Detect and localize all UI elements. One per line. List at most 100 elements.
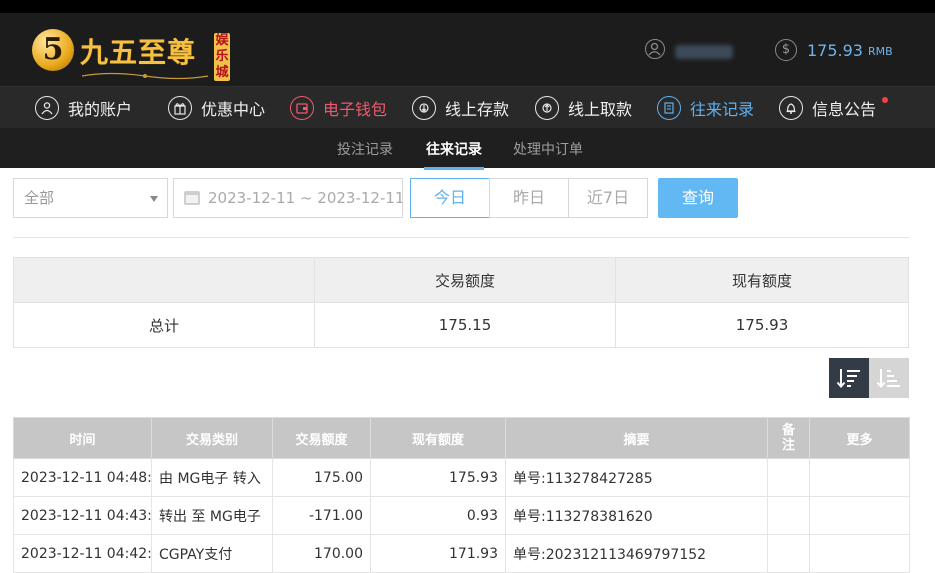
balance-display: $ 175.93 RMB — [775, 38, 893, 62]
tab-bet-records[interactable]: 投注记录 — [337, 139, 393, 159]
cell-more[interactable] — [809, 534, 910, 573]
summary-header-row: 交易额度 现有额度 — [13, 257, 909, 303]
cell-remark — [767, 534, 810, 573]
quick-yesterday-button[interactable]: 昨日 — [489, 178, 569, 218]
type-select-value: 全部 — [24, 189, 55, 207]
avatar-icon — [645, 39, 665, 59]
cell-remark — [767, 496, 810, 535]
nav-label: 往来记录 — [690, 100, 755, 119]
col-type: 交易类别 — [151, 417, 273, 459]
sort-desc-icon — [836, 369, 860, 389]
col-balance: 现有额度 — [370, 417, 506, 459]
cell-remark — [767, 458, 810, 497]
cell-amount: 170.00 — [272, 534, 371, 573]
cell-summary: 单号:113278381620 — [505, 496, 768, 535]
site-header: 5 九五至尊 娱乐城 $ 175.93 RMB — [0, 13, 935, 86]
sort-desc-button[interactable] — [829, 358, 869, 398]
sort-buttons — [829, 358, 909, 398]
cell-type: 由 MG电子 转入 — [151, 458, 273, 497]
chevron-down-icon — [150, 196, 158, 202]
logo-digit: 5 — [42, 32, 64, 67]
col-remark: 备注 — [767, 417, 810, 459]
cell-summary: 单号:113278427285 — [505, 458, 768, 497]
dollar-icon: $ — [775, 39, 797, 61]
main-nav: 我的账户 优惠中心 电子钱包 线上存款 线上取款 往来记录 信息公告 — [0, 86, 935, 128]
cell-time: 2023-12-11 04:43:48 — [13, 496, 152, 535]
col-summary: 摘要 — [505, 417, 768, 459]
nav-item-account[interactable]: 我的账户 — [35, 95, 132, 121]
sort-asc-icon — [876, 369, 900, 389]
cell-type: 转出 至 MG电子 — [151, 496, 273, 535]
username-redacted — [675, 45, 733, 59]
summary-transaction-total: 175.15 — [314, 302, 616, 348]
deposit-icon — [412, 96, 436, 120]
cell-balance: 175.93 — [370, 458, 506, 497]
tab-transaction-records[interactable]: 往来记录 — [424, 139, 484, 170]
sort-asc-button[interactable] — [869, 358, 909, 398]
nav-item-records[interactable]: 往来记录 — [657, 95, 754, 121]
type-select[interactable]: 全部 — [13, 178, 168, 218]
cell-time: 2023-12-11 04:48:22 — [13, 458, 152, 497]
user-area[interactable] — [645, 39, 733, 63]
cell-balance: 171.93 — [370, 534, 506, 573]
quick-7days-button[interactable]: 近7日 — [568, 178, 648, 218]
summary-row: 总计 175.15 175.93 — [13, 302, 909, 348]
table-row: 2023-12-11 04:43:48 转出 至 MG电子 -171.00 0.… — [13, 496, 910, 535]
wallet-icon — [290, 96, 314, 120]
notification-dot — [882, 97, 888, 103]
cell-time: 2023-12-11 04:42:49 — [13, 534, 152, 573]
site-logo[interactable]: 5 九五至尊 娱乐城 — [32, 23, 237, 85]
summary-header-cell: 交易额度 — [314, 257, 616, 303]
summary-current-balance: 175.93 — [615, 302, 909, 348]
nav-item-promotions[interactable]: 优惠中心 — [168, 95, 265, 121]
nav-item-deposit[interactable]: 线上存款 — [412, 95, 509, 121]
sub-nav: 投注记录 往来记录 处理中订单 — [0, 128, 935, 170]
table-row: 2023-12-11 04:48:22 由 MG电子 转入 175.00 175… — [13, 458, 910, 497]
cell-amount: 175.00 — [272, 458, 371, 497]
cell-more[interactable] — [809, 496, 910, 535]
cell-amount: -171.00 — [272, 496, 371, 535]
date-range-value: 2023-12-11 ~ 2023-12-11 — [208, 189, 403, 207]
nav-item-announcements[interactable]: 信息公告 — [779, 95, 876, 121]
top-strip — [0, 0, 935, 13]
date-range-input[interactable]: 2023-12-11 ~ 2023-12-11 — [173, 178, 403, 218]
cell-type: CGPAY支付 — [151, 534, 273, 573]
nav-label: 电子钱包 — [323, 100, 388, 119]
nav-item-wallet[interactable]: 电子钱包 — [290, 95, 387, 121]
brand-name: 九五至尊 — [80, 36, 197, 69]
nav-label: 信息公告 — [812, 100, 877, 119]
records-header-row: 时间 交易类别 交易额度 现有额度 摘要 备注 更多 — [13, 417, 910, 459]
summary-header-cell — [13, 257, 315, 303]
user-icon — [35, 96, 59, 120]
gift-icon — [168, 96, 192, 120]
quick-today-button[interactable]: 今日 — [410, 178, 490, 218]
nav-label: 线上存款 — [445, 100, 510, 119]
summary-label: 总计 — [13, 302, 315, 348]
summary-header-cell: 现有额度 — [615, 257, 909, 303]
nav-label: 优惠中心 — [201, 100, 266, 119]
balance-unit: RMB — [867, 45, 893, 58]
query-button[interactable]: 查询 — [658, 178, 738, 218]
record-icon — [657, 96, 681, 120]
summary-table: 交易额度 现有额度 总计 175.15 175.93 — [13, 257, 909, 348]
nav-label: 我的账户 — [68, 100, 133, 119]
cell-balance: 0.93 — [370, 496, 506, 535]
col-time: 时间 — [13, 417, 152, 459]
cell-more[interactable] — [809, 458, 910, 497]
tab-pending-orders[interactable]: 处理中订单 — [513, 139, 583, 159]
logo-swirl-icon — [81, 72, 209, 80]
col-more: 更多 — [809, 417, 910, 459]
records-table: 时间 交易类别 交易额度 现有额度 摘要 备注 更多 2023-12-11 04… — [13, 417, 910, 573]
table-row: 2023-12-11 04:42:49 CGPAY支付 170.00 171.9… — [13, 534, 910, 573]
logo-coin-icon: 5 — [32, 29, 74, 71]
nav-label: 线上取款 — [568, 100, 633, 119]
calendar-icon — [184, 191, 200, 205]
nav-item-withdraw[interactable]: 线上取款 — [535, 95, 632, 121]
withdraw-icon — [535, 96, 559, 120]
cell-summary: 单号:202312113469797152 — [505, 534, 768, 573]
filter-bar: 全部 2023-12-11 ~ 2023-12-11 今日 昨日 近7日 查询 — [0, 168, 935, 238]
filter-divider — [13, 237, 909, 238]
col-amount: 交易额度 — [272, 417, 371, 459]
bell-icon — [779, 96, 803, 120]
balance-amount: 175.93 — [807, 40, 863, 60]
